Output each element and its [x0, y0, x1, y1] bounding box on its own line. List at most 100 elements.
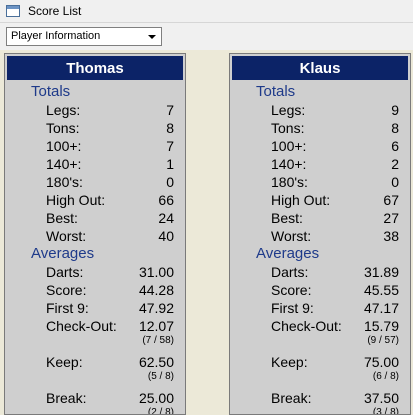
stat-row-break: Break: 37.50: [230, 389, 410, 407]
toolbar: Player Information: [0, 23, 413, 50]
stat-value: 7: [166, 102, 174, 118]
stat-row-high-out: High Out: 67: [230, 191, 410, 209]
stat-detail-check-out: (9 / 57): [230, 335, 410, 348]
stat-row-first-9: First 9: 47.17: [230, 299, 410, 317]
stat-value: 15.79: [363, 318, 399, 334]
stat-value: 24: [158, 210, 174, 226]
stat-label: Break:: [271, 390, 312, 406]
stat-value: 40: [158, 228, 174, 244]
stat-detail: (3 / 8): [372, 407, 399, 415]
stat-row-tons: Tons: 8: [5, 119, 185, 137]
totals-heading: Totals: [31, 83, 71, 100]
stat-value: 0: [391, 174, 399, 190]
stat-label: High Out:: [46, 192, 106, 208]
stat-value: 7: [166, 138, 174, 154]
averages-heading: Averages: [256, 245, 320, 262]
stat-value: 45.55: [363, 282, 399, 298]
window-icon: [6, 5, 20, 17]
stat-label: 140+:: [46, 156, 82, 172]
stat-row-break: Break: 25.00: [5, 389, 185, 407]
stat-row-check-out: Check-Out: 15.79: [230, 317, 410, 335]
stat-value: 8: [391, 120, 399, 136]
stat-label: Keep:: [46, 354, 83, 370]
stat-value: 0: [166, 174, 174, 190]
stat-value: 38: [383, 228, 399, 244]
stat-value: 6: [391, 138, 399, 154]
stat-label: First 9:: [271, 300, 314, 316]
stat-label: Best:: [271, 210, 303, 226]
stat-label: Legs:: [46, 102, 81, 118]
stat-row-legs: Legs: 7: [5, 101, 185, 119]
stat-value: 47.17: [363, 300, 399, 316]
stat-detail: (2 / 8): [147, 407, 174, 415]
stat-value: 1: [166, 156, 174, 172]
stat-row-darts: Darts: 31.89: [230, 263, 410, 281]
stat-row-check-out: Check-Out: 12.07: [5, 317, 185, 335]
stat-row-high-out: High Out: 66: [5, 191, 185, 209]
stat-label: Tons:: [46, 120, 80, 136]
stat-label: First 9:: [46, 300, 89, 316]
stat-label: Darts:: [271, 264, 309, 280]
stat-label: High Out:: [271, 192, 331, 208]
stat-row-best: Best: 24: [5, 209, 185, 227]
averages-heading: Averages: [31, 245, 95, 262]
window-title: Score List: [28, 4, 82, 18]
stat-label: 180's:: [46, 174, 83, 190]
stat-value: 8: [166, 120, 174, 136]
stat-value: 31.00: [138, 264, 174, 280]
stat-value: 62.50: [138, 354, 174, 370]
player-name: Thomas: [7, 56, 183, 80]
stat-value: 66: [158, 192, 174, 208]
stat-row-100plus: 100+: 7: [5, 137, 185, 155]
stat-label: 140+:: [271, 156, 307, 172]
stat-label: 100+:: [46, 138, 82, 154]
stat-row-180s: 180's: 0: [230, 173, 410, 191]
stat-detail: (6 / 8): [372, 371, 399, 382]
stat-label: Score:: [271, 282, 312, 298]
stat-value: 9: [391, 102, 399, 118]
stat-row-darts: Darts: 31.00: [5, 263, 185, 281]
stat-label: Score:: [46, 282, 87, 298]
player-panel-klaus: Klaus Totals Legs: 9 Tons: 8 100+: 6 140+: 2…: [229, 53, 411, 415]
stat-label: Best:: [46, 210, 78, 226]
stat-value: 47.92: [138, 300, 174, 316]
stat-value: 12.07: [138, 318, 174, 334]
stat-label: Check-Out:: [271, 318, 342, 334]
player-panel-thomas: Thomas Totals Legs: 7 Tons: 8 100+: 7 140+:…: [4, 53, 186, 415]
stat-row-worst: Worst: 40: [5, 227, 185, 245]
stat-value: 2: [391, 156, 399, 172]
stat-value: 37.50: [363, 390, 399, 406]
stat-detail-break: (3 / 8): [230, 407, 410, 415]
stat-detail: (5 / 8): [147, 371, 174, 382]
stat-detail: (9 / 57): [367, 335, 399, 346]
stat-label: Legs:: [271, 102, 306, 118]
stat-row-score: Score: 45.55: [230, 281, 410, 299]
stat-row-140plus: 140+: 1: [5, 155, 185, 173]
stat-label: Keep:: [271, 354, 308, 370]
stat-label: Tons:: [271, 120, 305, 136]
stat-row-tons: Tons: 8: [230, 119, 410, 137]
stat-value: 75.00: [363, 354, 399, 370]
player-name: Klaus: [232, 56, 408, 80]
stat-label: Darts:: [46, 264, 84, 280]
stat-label: Check-Out:: [46, 318, 117, 334]
stat-row-worst: Worst: 38: [230, 227, 410, 245]
view-select[interactable]: Player Information: [6, 27, 162, 46]
stat-value: 31.89: [363, 264, 399, 280]
stat-value: 27: [383, 210, 399, 226]
stat-row-180s: 180's: 0: [5, 173, 185, 191]
stat-row-140plus: 140+: 2: [230, 155, 410, 173]
stat-detail-break: (2 / 8): [5, 407, 185, 415]
stat-value: 25.00: [138, 390, 174, 406]
stat-value: 67: [383, 192, 399, 208]
stat-row-best: Best: 27: [230, 209, 410, 227]
stat-label: 100+:: [271, 138, 307, 154]
stat-detail-keep: (5 / 8): [5, 371, 185, 384]
totals-heading: Totals: [256, 83, 296, 100]
view-select-value: Player Information: [11, 30, 101, 42]
chevron-down-icon[interactable]: [148, 35, 156, 39]
stat-detail-check-out: (7 / 58): [5, 335, 185, 348]
stat-label: Worst:: [46, 228, 87, 244]
stat-label: Break:: [46, 390, 87, 406]
stat-row-100plus: 100+: 6: [230, 137, 410, 155]
